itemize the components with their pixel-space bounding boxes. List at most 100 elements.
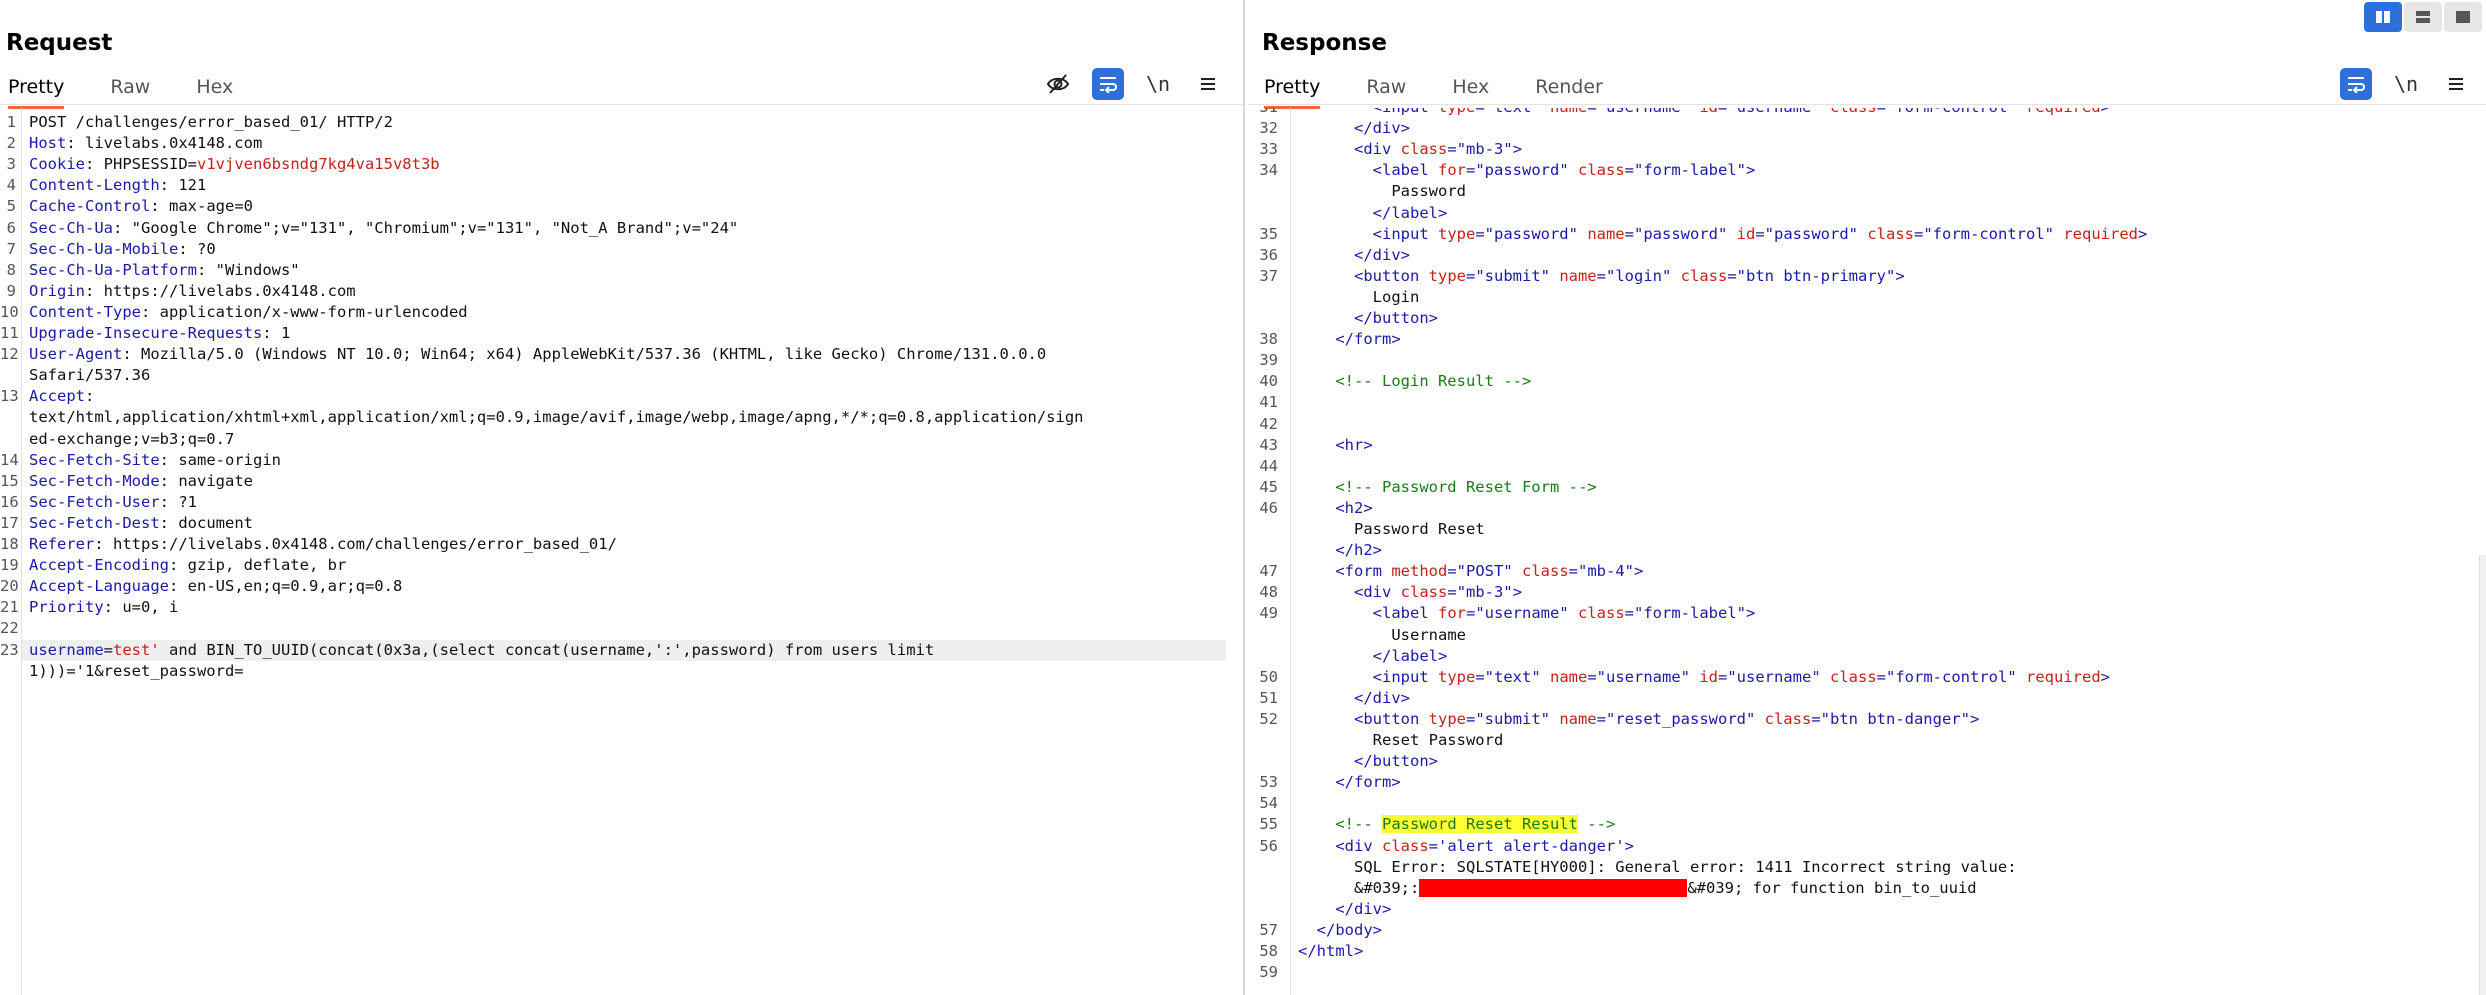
response-line: 36 </div> [1248, 245, 1410, 266]
response-line: 45 <!-- Password Reset Form --> [1248, 477, 1596, 498]
response-line: 33 <div class="mb-3"> [1248, 139, 1522, 160]
line-number: 3 [6, 155, 16, 174]
layout-split-icon[interactable] [2364, 2, 2402, 32]
response-line: 47 <form method="POST" class="mb-4"> [1248, 561, 1643, 582]
response-editor[interactable]: 31 <input type="text" name="username" id… [1248, 108, 2486, 995]
request-line: 1 POST /challenges/error_based_01/ HTTP/2 [0, 112, 393, 133]
response-pane: Response Pretty Raw Hex Render \n 31 <in… [1248, 0, 2486, 995]
request-line: 13 Accept: [0, 387, 104, 406]
line-number: 6 [6, 218, 16, 237]
redaction-box [1419, 879, 1688, 898]
line-number: 45 [1259, 477, 1278, 496]
request-line: ed-exchange;v=b3;q=0.7 [29, 429, 235, 448]
response-tabs: Pretty Raw Hex Render [1256, 70, 1617, 109]
line-number: 55 [1259, 815, 1278, 834]
layout-switcher [2364, 2, 2482, 32]
request-line: 23 username=test' and BIN_TO_UUID(concat(… [0, 640, 935, 659]
request-line: 7 Sec-Ch-Ua-Mobile: ?0 [0, 239, 216, 260]
menu-icon[interactable] [2440, 68, 2472, 100]
request-line: 20 Accept-Language: en-US,en;q=0.9,ar;q=0… [0, 577, 403, 596]
request-line: text/html,application/xhtml+xml,applicat… [29, 408, 1084, 427]
response-line: 37 <button type="submit" name="login" cl… [1248, 266, 1904, 287]
response-line: </label> [1372, 203, 1448, 222]
response-line: </div> [1335, 899, 1392, 918]
request-line: 18 Referer: https://livelabs.0x4148.com/c… [0, 535, 617, 553]
response-line: 34 <label for="password" class="form-lab… [1248, 160, 1755, 181]
response-line: 55 <!-- Password Reset Result --> [1248, 814, 1615, 835]
pane-divider[interactable] [1243, 0, 1245, 995]
response-toolbar: \n [2340, 68, 2472, 100]
line-number: 22 [0, 619, 19, 638]
line-number: 14 [0, 450, 19, 469]
request-editor[interactable]: 1 POST /challenges/error_based_01/ HTTP/2… [0, 108, 1244, 995]
line-number: 10 [0, 302, 19, 321]
response-title: Response [1262, 30, 1387, 56]
line-number: 56 [1259, 836, 1278, 855]
request-line: 1)))='1&reset_password= [29, 661, 244, 680]
layout-rows-icon[interactable] [2404, 2, 2442, 32]
layout-single-icon[interactable] [2444, 2, 2482, 32]
request-line: Safari/537.36 [29, 366, 151, 385]
response-line: 48 <div class="mb-3"> [1248, 582, 1522, 603]
request-line: 16 Sec-Fetch-User: ?1 [0, 492, 197, 511]
request-title: Request [6, 30, 113, 56]
wrap-icon[interactable] [2340, 68, 2372, 100]
response-line: Login [1372, 287, 1420, 306]
line-number: 13 [0, 387, 19, 406]
wrap-icon[interactable] [1092, 68, 1124, 100]
response-line: </button> [1354, 309, 1438, 327]
line-number: 2 [6, 134, 16, 153]
newline-icon[interactable]: \n [1142, 68, 1174, 100]
response-line: Username [1391, 625, 1466, 644]
request-line: 3 Cookie: PHPSESSID=v1vjven6bsndg7kg4va15… [0, 154, 440, 175]
request-tab-raw[interactable]: Raw [110, 70, 150, 106]
line-number: 40 [1259, 372, 1278, 391]
line-number: 9 [6, 281, 16, 300]
response-tab-hex[interactable]: Hex [1452, 70, 1489, 106]
line-number: 17 [0, 513, 19, 532]
request-line: 2 Host: livelabs.0x4148.com [0, 133, 263, 154]
response-line: 40 <!-- Login Result --> [1248, 371, 1531, 392]
line-number: 54 [1259, 794, 1278, 813]
request-line: 19 Accept-Encoding: gzip, deflate, br [0, 556, 347, 575]
eye-slash-icon[interactable] [1042, 68, 1074, 100]
request-pane: Request Pretty Raw Hex \n 1 POST /challen… [0, 0, 1244, 995]
response-line: 31 <input type="text" name="username" id… [1248, 108, 2110, 118]
response-tab-raw[interactable]: Raw [1366, 70, 1406, 106]
line-number: 43 [1259, 435, 1278, 454]
request-line: 5 Cache-Control: max-age=0 [0, 196, 253, 217]
response-line: 46 <h2> [1248, 498, 1372, 519]
line-number: 49 [1259, 604, 1278, 623]
newline-icon[interactable]: \n [2390, 68, 2422, 100]
line-number: 11 [0, 324, 19, 342]
request-tab-hex[interactable]: Hex [196, 70, 233, 106]
search-highlight: Password Reset Result [1382, 815, 1578, 834]
request-line: 17 Sec-Fetch-Dest: document [0, 513, 253, 532]
line-number: 18 [0, 535, 19, 553]
response-line: 56 <div class='alert alert-danger'> [1248, 836, 1634, 857]
line-number: 5 [6, 197, 16, 216]
response-scrollbar[interactable] [2479, 555, 2486, 995]
line-number: 46 [1259, 498, 1278, 517]
line-number: 15 [0, 471, 19, 490]
response-line: 58 </html> [1248, 941, 1363, 962]
request-line: 6 Sec-Ch-Ua: "Google Chrome";v="131", "Ch… [0, 218, 739, 239]
line-number: 58 [1259, 942, 1278, 960]
menu-icon[interactable] [1192, 68, 1224, 100]
response-line: 50 <input type="text" name="username" id… [1248, 667, 2110, 688]
response-line: </label> [1372, 646, 1448, 665]
line-number: 20 [0, 577, 19, 596]
line-number: 7 [6, 239, 16, 258]
request-line: 9 Origin: https://livelabs.0x4148.com [0, 281, 356, 302]
line-number: 1 [6, 113, 16, 131]
response-tab-render[interactable]: Render [1535, 70, 1603, 106]
request-line: 8 Sec-Ch-Ua-Platform: "Windows" [0, 260, 300, 281]
response-line: 53 </form> [1248, 772, 1400, 793]
response-line: 49 <label for="username" class="form-lab… [1248, 603, 1755, 624]
line-number: 52 [1259, 709, 1278, 728]
line-number: 51 [1259, 688, 1278, 707]
request-tabs: Pretty Raw Hex [0, 70, 247, 109]
response-line: 43 <hr> [1248, 435, 1372, 456]
line-number: 48 [1259, 583, 1278, 602]
line-number: 16 [0, 492, 19, 511]
